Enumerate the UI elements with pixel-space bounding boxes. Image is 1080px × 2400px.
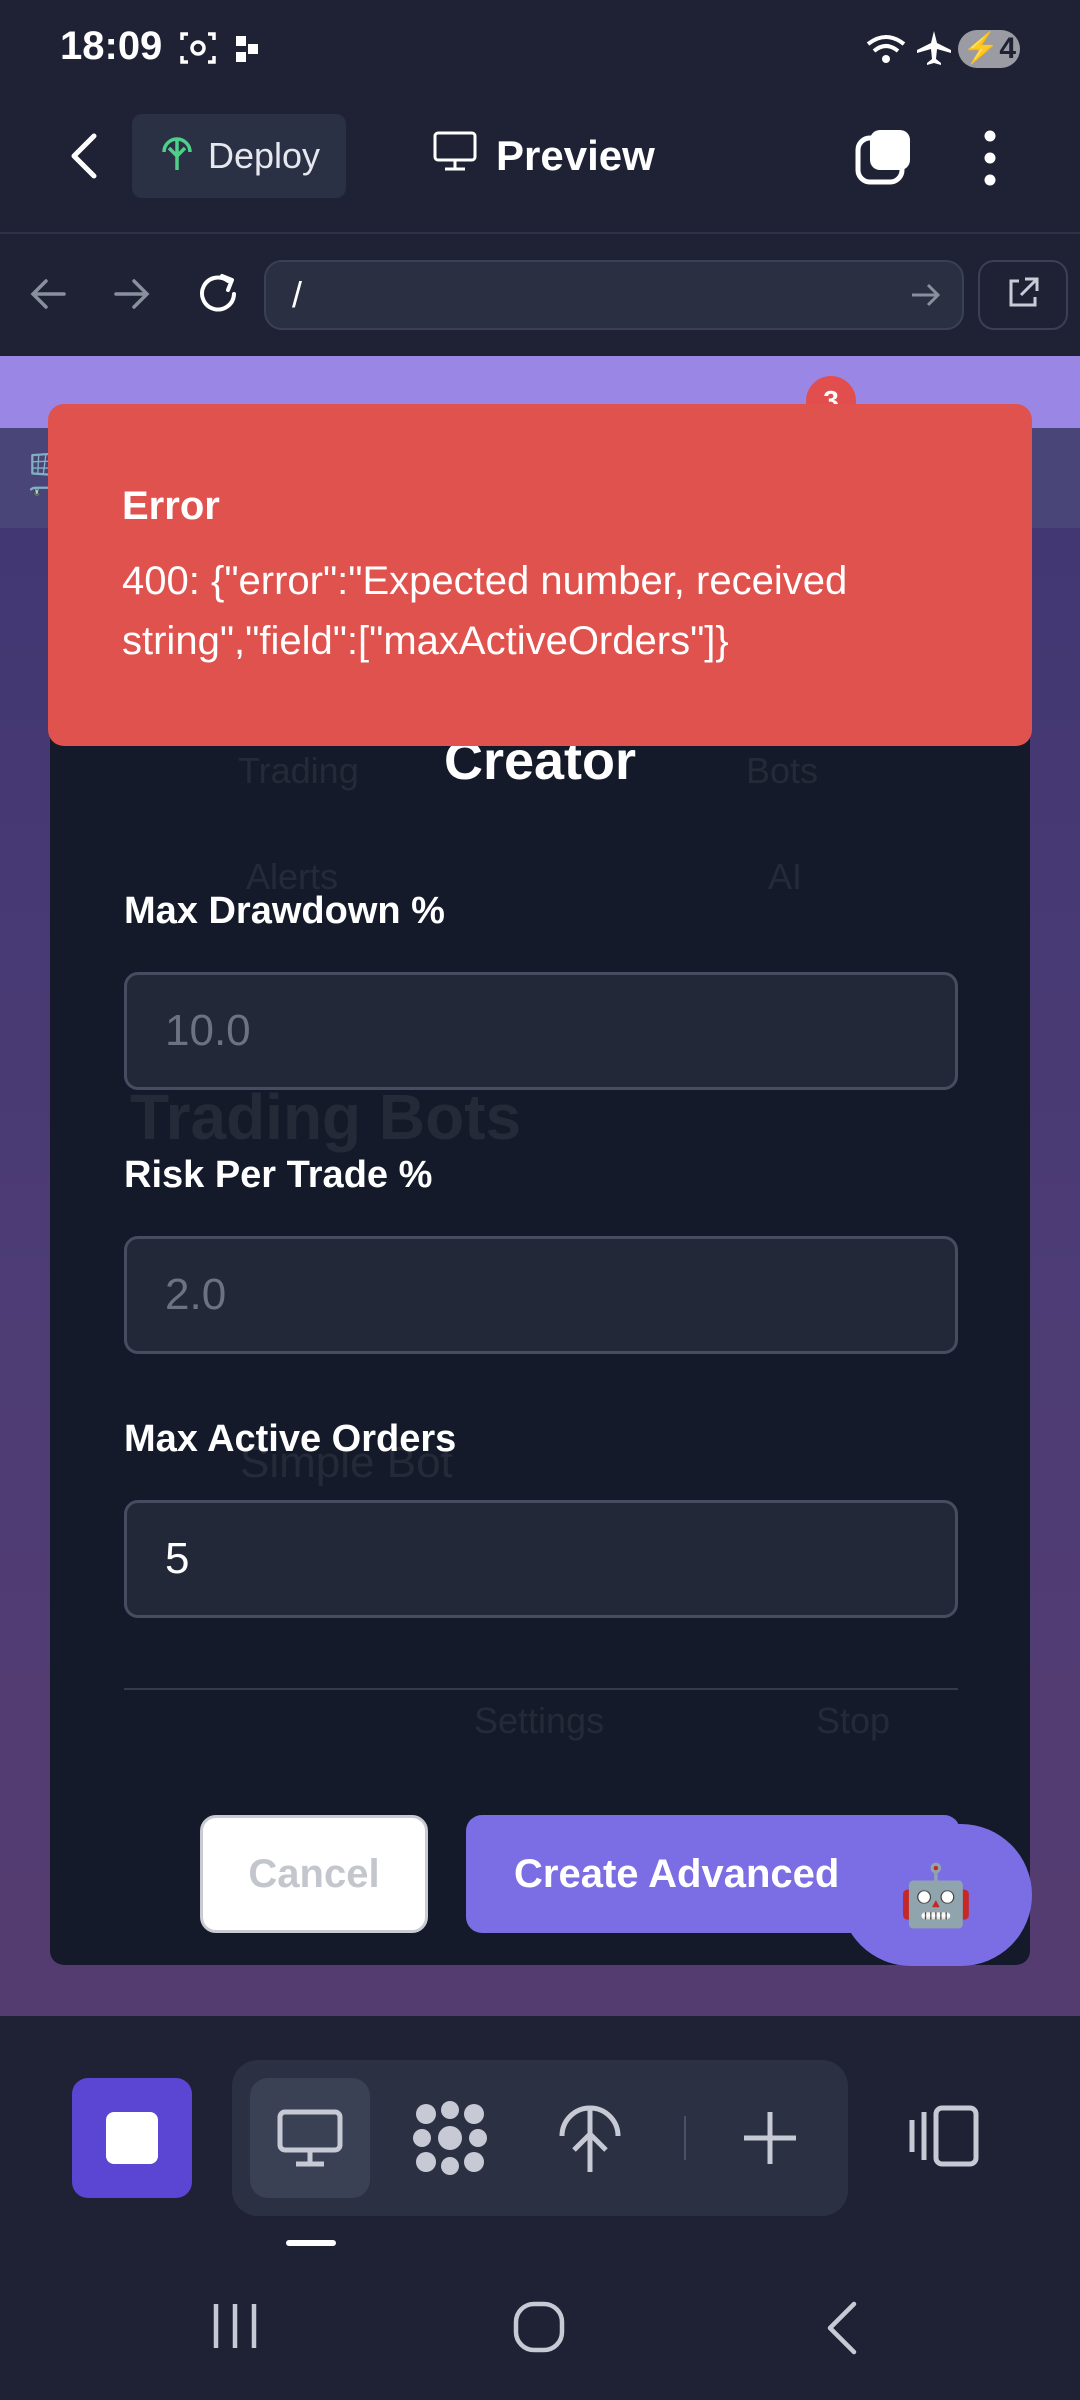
bolt-icon: ⚡ xyxy=(961,32,1000,65)
wifi-icon xyxy=(864,28,908,73)
deploy-label: Deploy xyxy=(208,135,321,176)
bottom-dock xyxy=(0,2016,1080,2256)
system-navigation-bar xyxy=(0,2256,1080,2400)
dock-toolbar xyxy=(232,2060,848,2216)
monitor-icon xyxy=(432,130,478,182)
more-options-icon[interactable] xyxy=(972,128,1008,193)
external-link-icon xyxy=(1005,275,1041,316)
max-drawdown-label: Max Drawdown % xyxy=(124,890,445,932)
plus-icon[interactable] xyxy=(710,2078,830,2198)
system-back-icon[interactable] xyxy=(822,2300,862,2361)
deploy-dock-icon[interactable] xyxy=(530,2078,650,2198)
side-panel-icon[interactable] xyxy=(906,2104,982,2173)
robot-icon: 🤖 xyxy=(898,1861,974,1929)
max-active-orders-input[interactable]: 5 xyxy=(124,1500,958,1618)
background-text: Trading Bots xyxy=(130,1081,522,1153)
background-text: AI xyxy=(768,856,803,897)
browser-back-icon[interactable] xyxy=(26,272,70,321)
risk-per-trade-input[interactable]: 2.0 xyxy=(124,1236,958,1354)
preview-tab[interactable]: Preview xyxy=(432,114,655,198)
battery-indicator: ⚡4 xyxy=(958,30,1020,68)
create-bot-modal: Trading Bots Alerts AI Trading Bots Simp… xyxy=(50,690,1030,1965)
active-tab-indicator xyxy=(286,2240,336,2246)
dock-separator xyxy=(684,2116,686,2160)
go-arrow-icon[interactable] xyxy=(908,278,944,317)
assistant-fab[interactable]: 🤖 xyxy=(840,1824,1032,1966)
cancel-button[interactable]: Cancel xyxy=(200,1815,428,1933)
max-active-orders-label: Max Active Orders xyxy=(124,1418,457,1460)
error-toast[interactable]: Error 400: {"error":"Expected number, re… xyxy=(48,404,1032,746)
deploy-button[interactable]: Deploy xyxy=(132,114,346,198)
recent-apps-icon[interactable] xyxy=(210,2300,260,2357)
app-bar: Deploy Preview xyxy=(0,100,1080,234)
home-icon[interactable] xyxy=(512,2300,566,2359)
open-external-button[interactable] xyxy=(978,260,1068,330)
stop-button[interactable] xyxy=(72,2078,192,2198)
screenshot-icon xyxy=(178,28,218,73)
notification-dots-icon xyxy=(234,28,264,73)
reload-icon[interactable] xyxy=(192,268,244,325)
browser-forward-icon[interactable] xyxy=(110,272,154,321)
back-icon[interactable] xyxy=(62,130,110,187)
deploy-icon xyxy=(160,132,194,181)
preview-monitor-icon[interactable] xyxy=(250,2078,370,2198)
status-bar: 18:09 ⚡4 xyxy=(0,0,1080,100)
risk-per-trade-label: Risk Per Trade % xyxy=(124,1154,433,1196)
clock: 18:09 xyxy=(60,24,163,68)
airplane-mode-icon xyxy=(914,28,954,73)
preview-label: Preview xyxy=(496,132,655,179)
max-drawdown-input[interactable]: 10.0 xyxy=(124,972,958,1090)
toast-message: 400: {"error":"Expected number, received… xyxy=(122,559,848,663)
integrations-icon[interactable] xyxy=(390,2078,510,2198)
browser-toolbar: / xyxy=(0,234,1080,354)
background-text: Settings xyxy=(474,1700,605,1741)
url-input[interactable]: / xyxy=(264,260,964,330)
modal-divider xyxy=(124,1688,958,1690)
background-text: Stop xyxy=(816,1700,891,1741)
tabs-icon[interactable] xyxy=(854,126,914,191)
toast-title: Error xyxy=(122,484,220,528)
